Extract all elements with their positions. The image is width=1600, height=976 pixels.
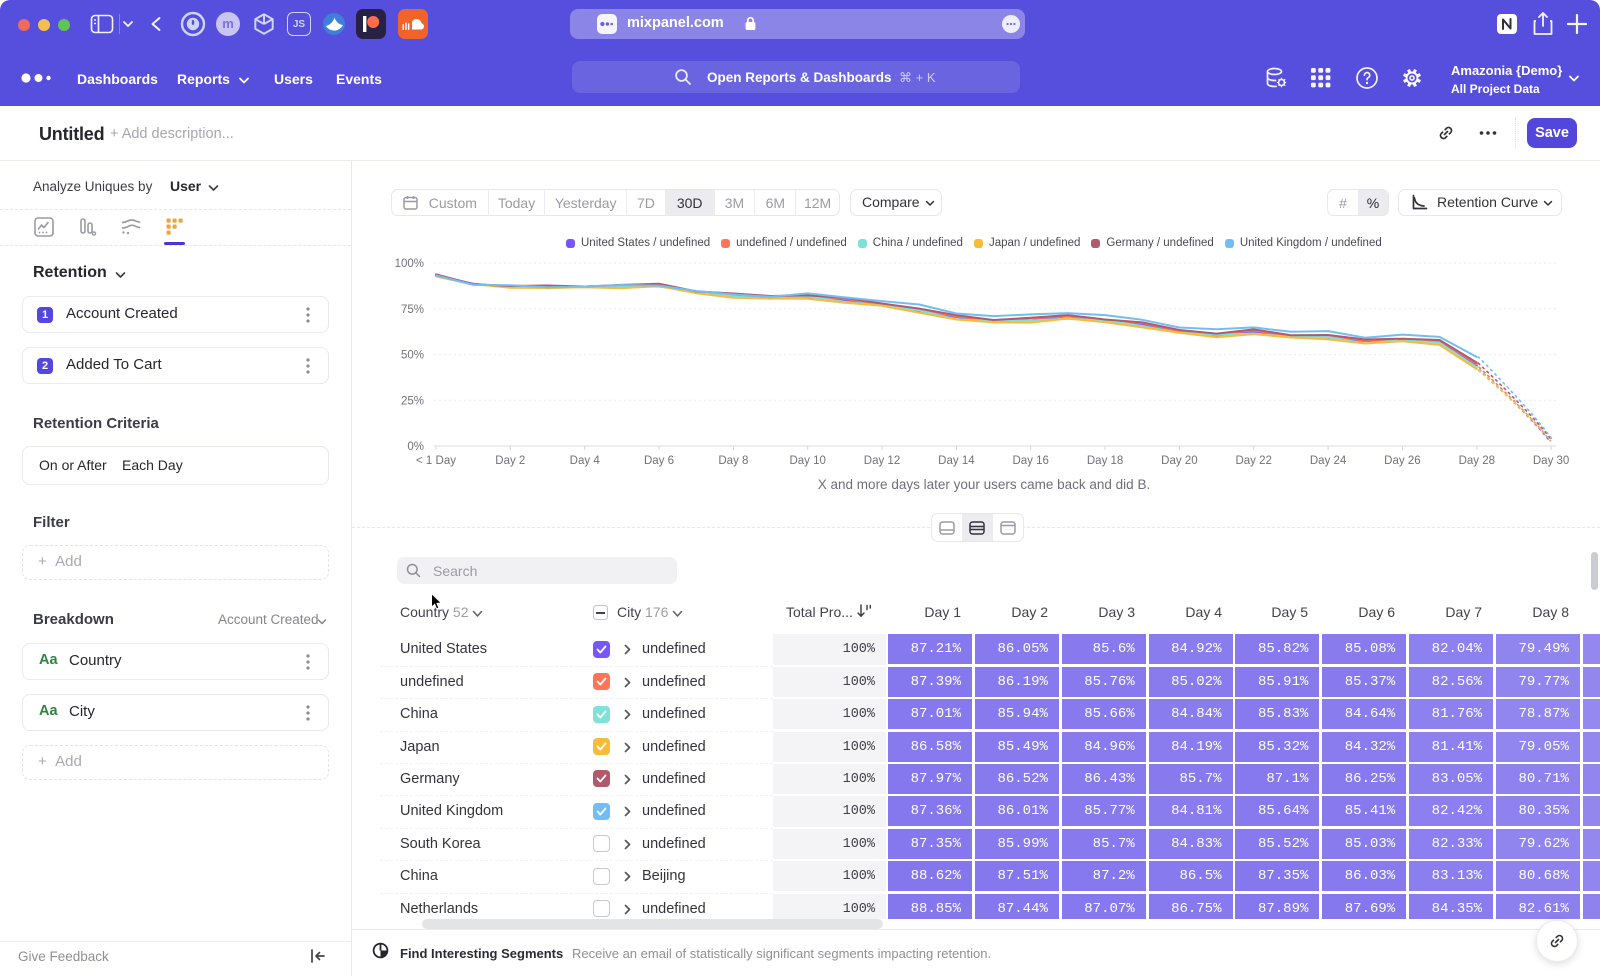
svg-text:Day 24: Day 24 xyxy=(1310,455,1347,467)
svg-text:Day 6: Day 6 xyxy=(644,455,674,467)
svg-text:0%: 0% xyxy=(407,441,424,453)
svg-text:Day 10: Day 10 xyxy=(789,455,825,467)
svg-text:Day 4: Day 4 xyxy=(570,455,601,467)
svg-text:25%: 25% xyxy=(401,395,424,407)
svg-text:Day 22: Day 22 xyxy=(1235,455,1271,467)
svg-text:100%: 100% xyxy=(395,258,424,270)
svg-text:75%: 75% xyxy=(401,304,424,316)
svg-text:Day 12: Day 12 xyxy=(864,455,900,467)
svg-text:< 1 Day: < 1 Day xyxy=(416,455,456,467)
svg-text:Day 20: Day 20 xyxy=(1161,455,1197,467)
svg-text:Day 16: Day 16 xyxy=(1012,455,1048,467)
svg-text:Day 30: Day 30 xyxy=(1533,455,1569,467)
svg-text:Day 26: Day 26 xyxy=(1384,455,1420,467)
svg-text:50%: 50% xyxy=(401,350,424,362)
svg-text:Day 8: Day 8 xyxy=(718,455,748,467)
svg-text:Day 18: Day 18 xyxy=(1087,455,1123,467)
svg-text:Day 14: Day 14 xyxy=(938,455,975,467)
svg-text:Day 2: Day 2 xyxy=(495,455,525,467)
svg-text:Day 28: Day 28 xyxy=(1459,455,1495,467)
